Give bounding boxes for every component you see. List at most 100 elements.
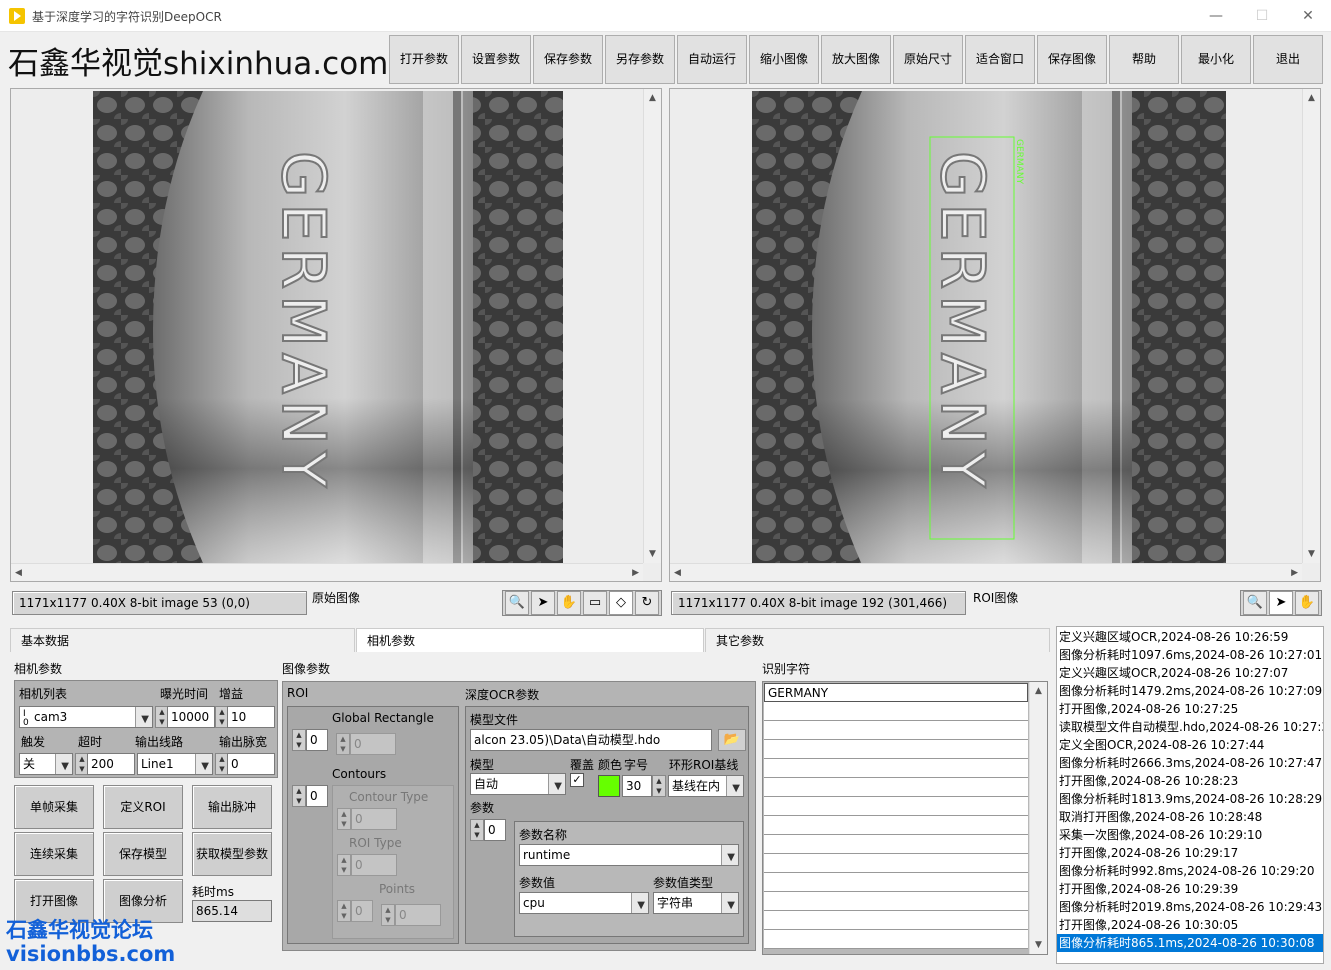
log-entry[interactable]: 打开图像,2024-08-26 10:29:39 (1057, 880, 1323, 898)
param-type-select[interactable]: 字符串 ▼ (653, 892, 739, 914)
rotated-rectangle-tool-icon[interactable]: ◇ (609, 591, 633, 615)
recognition-row[interactable] (764, 702, 1028, 721)
log-entry[interactable]: 图像分析耗时1479.2ms,2024-08-26 10:27:09 (1057, 682, 1323, 700)
roi-type-stepper[interactable]: ▲ ▼ (337, 854, 351, 876)
overlay-color-swatch[interactable] (598, 775, 620, 797)
log-entry[interactable]: 图像分析耗时865.1ms,2024-08-26 10:30:08 (1057, 934, 1323, 952)
zoom-tool-icon[interactable]: 🔍 (1243, 591, 1267, 615)
pan-hand-icon[interactable]: ✋ (557, 591, 581, 615)
single-capture-button[interactable]: 单帧采集 (14, 785, 94, 829)
right-horizontal-scrollbar[interactable]: ◀ ▶ (670, 563, 1302, 581)
points-stepper[interactable]: ▲ ▼ (337, 900, 351, 922)
open-params-button[interactable]: 打开参数 (389, 35, 459, 84)
recognition-row[interactable] (764, 854, 1028, 873)
contours-index-input[interactable]: 0 (306, 785, 328, 807)
recognition-row[interactable] (764, 816, 1028, 835)
log-entry[interactable]: 采集一次图像,2024-08-26 10:29:10 (1057, 826, 1323, 844)
minimize-button[interactable]: 最小化 (1181, 35, 1251, 84)
log-entry[interactable]: 打开图像,2024-08-26 10:27:25 (1057, 700, 1323, 718)
zoom-tool-icon[interactable]: 🔍 (505, 591, 529, 615)
get-model-params-button[interactable]: 获取模型参数 (192, 832, 272, 876)
gain-input[interactable]: 10 (227, 706, 275, 728)
overlay-checkbox[interactable]: ✓ (570, 773, 584, 787)
left-horizontal-scrollbar[interactable]: ◀ ▶ (11, 563, 643, 581)
fit-window-button[interactable]: 适合窗口 (965, 35, 1035, 84)
save-params-button[interactable]: 保存参数 (533, 35, 603, 84)
help-button[interactable]: 帮助 (1109, 35, 1179, 84)
recognition-row[interactable] (764, 873, 1028, 892)
font-size-input[interactable]: 30 (622, 775, 652, 797)
contour-type-stepper[interactable]: ▲ ▼ (337, 808, 351, 830)
log-entry[interactable]: 定义兴趣区域OCR,2024-08-26 10:26:59 (1057, 628, 1323, 646)
pulse-width-input[interactable]: 0 (227, 753, 275, 775)
points-value-stepper[interactable]: ▲ ▼ (381, 904, 395, 926)
params-index-input[interactable]: 0 (484, 819, 506, 841)
tab-basic-data[interactable]: 基本数据 (10, 628, 355, 652)
original-size-button[interactable]: 原始尺寸 (893, 35, 963, 84)
param-name-select[interactable]: runtime ▼ (519, 844, 739, 866)
recognition-row[interactable] (764, 797, 1028, 816)
output-line-select[interactable]: Line1 ▼ (137, 753, 213, 775)
log-list[interactable]: 定义兴趣区域OCR,2024-08-26 10:26:59 图像分析耗时1097.… (1056, 626, 1324, 964)
tab-other-params[interactable]: 其它参数 (705, 628, 1050, 652)
recognition-row[interactable] (764, 835, 1028, 854)
recognition-row[interactable] (764, 721, 1028, 740)
font-size-stepper[interactable]: ▲ ▼ (652, 775, 666, 797)
model-select[interactable]: 自动 ▼ (470, 773, 566, 795)
exposure-input[interactable]: 10000 (167, 706, 215, 728)
original-image[interactable]: GERMANY (93, 91, 563, 563)
log-entry[interactable]: 打开图像,2024-08-26 10:29:17 (1057, 844, 1323, 862)
auto-run-button[interactable]: 自动运行 (677, 35, 747, 84)
log-entry[interactable]: 取消打开图像,2024-08-26 10:28:48 (1057, 808, 1323, 826)
timeout-input[interactable]: 200 (87, 753, 135, 775)
close-window-button[interactable]: ✕ (1285, 0, 1331, 32)
freehand-tool-icon[interactable]: ↻ (635, 591, 659, 615)
save-model-button[interactable]: 保存模型 (103, 832, 183, 876)
trigger-select[interactable]: 关 ▼ (19, 753, 73, 775)
log-entry[interactable]: 图像分析耗时1097.6ms,2024-08-26 10:27:01 (1057, 646, 1323, 664)
recognition-row[interactable] (764, 778, 1028, 797)
log-entry[interactable]: 读取模型文件自动模型.hdo,2024-08-26 10:27:3 (1057, 718, 1323, 736)
right-vertical-scrollbar[interactable]: ▲ ▼ (1302, 89, 1320, 563)
set-params-button[interactable]: 设置参数 (461, 35, 531, 84)
param-value-select[interactable]: cpu ▼ (519, 892, 649, 914)
log-entry[interactable]: 定义全图OCR,2024-08-26 10:27:44 (1057, 736, 1323, 754)
recognition-row[interactable] (764, 740, 1028, 759)
save-image-button[interactable]: 保存图像 (1037, 35, 1107, 84)
rect-index-stepper[interactable]: ▲ ▼ (292, 729, 306, 751)
rect-sub-stepper[interactable]: ▲ ▼ (336, 733, 350, 755)
model-file-input[interactable]: alcon 23.05)\Data\自动模型.hdo (470, 729, 712, 751)
log-entry[interactable]: 图像分析耗时2666.3ms,2024-08-26 10:27:47 (1057, 754, 1323, 772)
save-as-params-button[interactable]: 另存参数 (605, 35, 675, 84)
recognition-row[interactable]: GERMANY (764, 683, 1028, 702)
contours-stepper[interactable]: ▲ ▼ (292, 785, 306, 807)
log-entry[interactable]: 图像分析耗时992.8ms,2024-08-26 10:29:20 (1057, 862, 1323, 880)
recognition-row[interactable] (764, 930, 1028, 949)
recognition-row[interactable] (764, 759, 1028, 778)
exit-button[interactable]: 退出 (1253, 35, 1323, 84)
params-index-stepper[interactable]: ▲ ▼ (470, 819, 484, 841)
maximize-window-button[interactable]: ☐ (1239, 0, 1285, 32)
rectangle-tool-icon[interactable]: ▭ (583, 591, 607, 615)
folder-open-icon[interactable]: 📂 (718, 729, 746, 751)
pointer-tool-icon[interactable]: ➤ (1269, 591, 1293, 615)
log-entry[interactable]: 图像分析耗时1813.9ms,2024-08-26 10:28:29 (1057, 790, 1323, 808)
output-pulse-button[interactable]: 输出脉冲 (192, 785, 272, 829)
minimize-window-button[interactable]: — (1193, 0, 1239, 32)
recognition-row[interactable] (764, 911, 1028, 930)
log-entry[interactable]: 图像分析耗时2019.8ms,2024-08-26 10:29:43 (1057, 898, 1323, 916)
define-roi-button[interactable]: 定义ROI (103, 785, 183, 829)
zoom-out-button[interactable]: 缩小图像 (749, 35, 819, 84)
pointer-tool-icon[interactable]: ➤ (531, 591, 555, 615)
recognition-scrollbar[interactable]: ▲ ▼ (1029, 682, 1047, 954)
camera-select[interactable]: I 0 cam3 ▼ (19, 706, 153, 728)
zoom-in-button[interactable]: 放大图像 (821, 35, 891, 84)
left-vertical-scrollbar[interactable]: ▲ ▼ (643, 89, 661, 563)
rect-index-input[interactable]: 0 (306, 729, 328, 751)
log-entry[interactable]: 打开图像,2024-08-26 10:28:23 (1057, 772, 1323, 790)
recognition-row[interactable] (764, 892, 1028, 911)
continuous-capture-button[interactable]: 连续采集 (14, 832, 94, 876)
roi-image[interactable]: GERMANY GERMANY (752, 91, 1226, 565)
ring-roi-select[interactable]: 基线在内 ▼ (668, 775, 744, 797)
log-entry[interactable]: 打开图像,2024-08-26 10:30:05 (1057, 916, 1323, 934)
